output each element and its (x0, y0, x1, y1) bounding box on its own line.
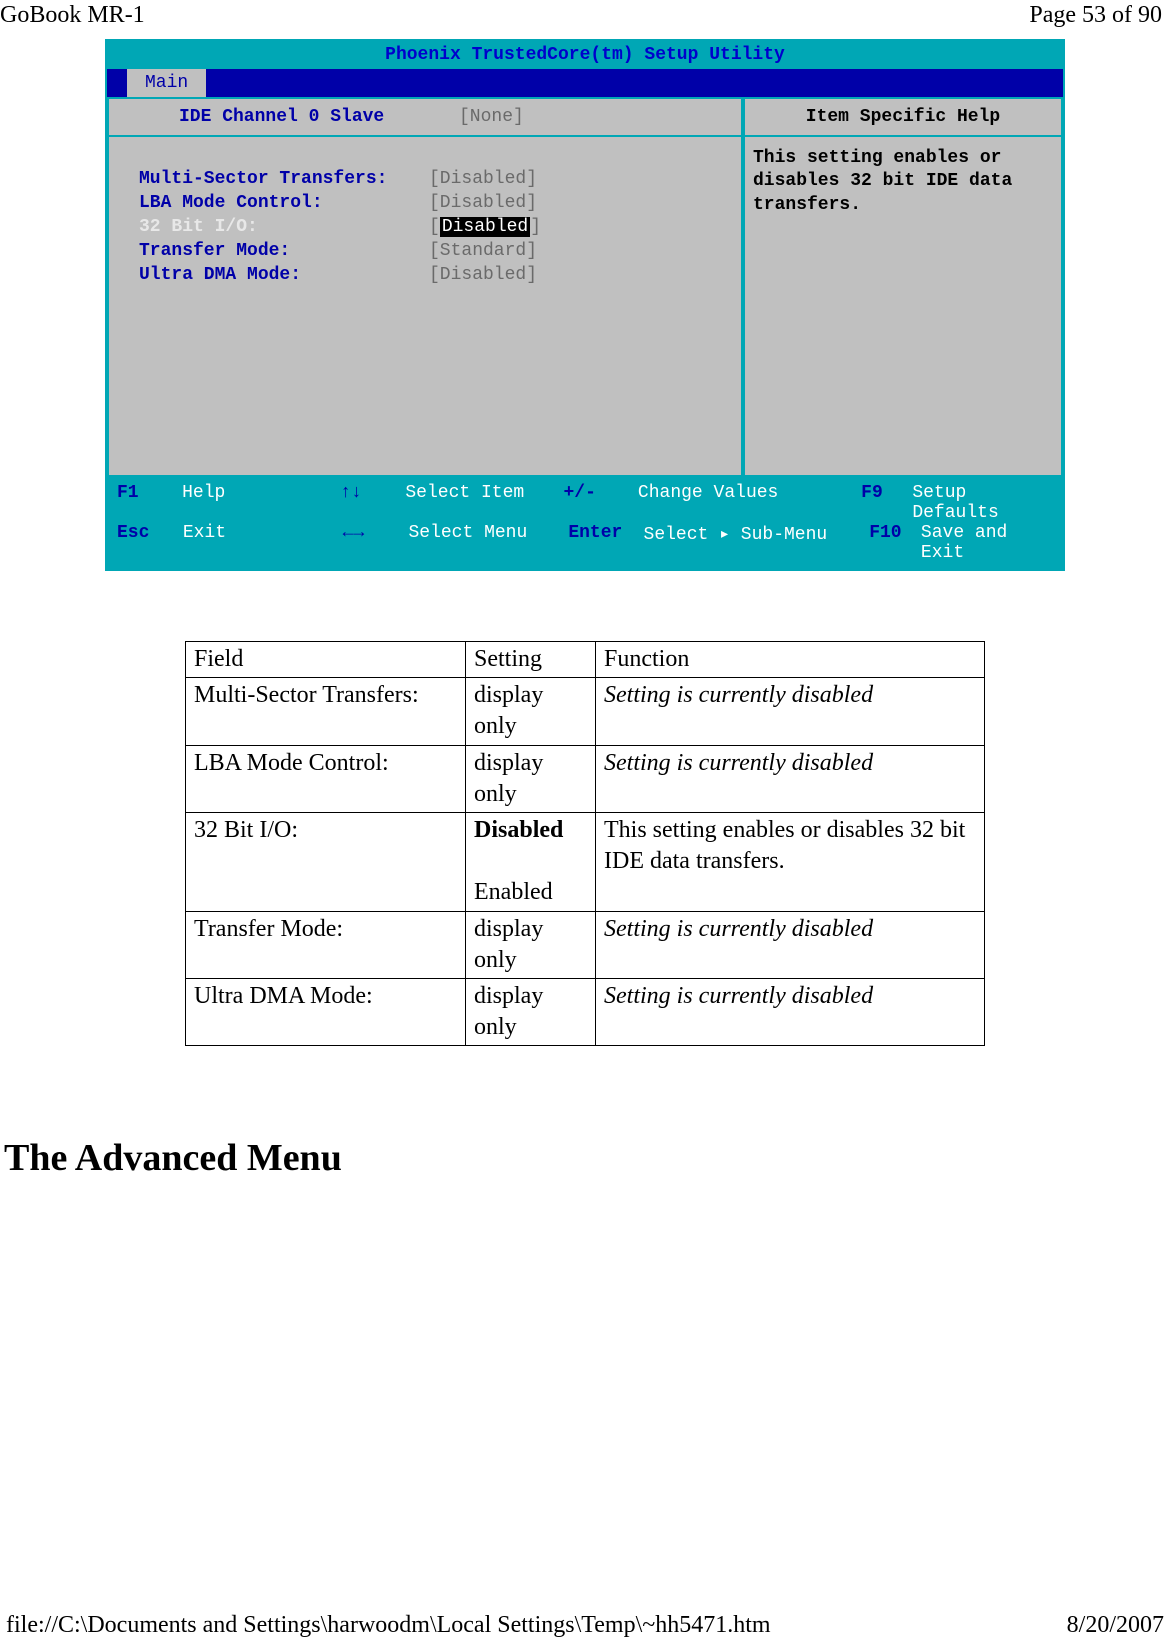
bios-footer-row: F1 Help ↑↓ Select Item +/- Change Values… (117, 483, 1053, 523)
bios-subhead-value: [None] (459, 107, 524, 127)
arrows-leftright-icon: ←→ (343, 523, 409, 563)
lbl-setup-defaults: Setup Defaults (912, 483, 1053, 523)
page-footer: file://C:\Documents and Settings\harwood… (0, 1612, 1170, 1639)
key-esc: Esc (117, 523, 183, 563)
bios-row[interactable]: LBA Mode Control: [Disabled] (139, 191, 741, 215)
th-setting: Setting (466, 642, 596, 678)
lbl-change-values: Change Values (638, 483, 861, 523)
bios-row-label: Multi-Sector Transfers: (139, 169, 429, 189)
bios-footer-row: Esc Exit ←→ Select Menu Enter Select ▸ S… (117, 523, 1053, 563)
bios-row-value: [Disabled] (429, 193, 537, 213)
bios-row-label: Ultra DMA Mode: (139, 265, 429, 285)
th-field: Field (186, 642, 466, 678)
bios-subheader: IDE Channel 0 Slave [None] (109, 99, 741, 137)
footer-path: file://C:\Documents and Settings\harwood… (6, 1612, 771, 1639)
bios-row-label: Transfer Mode: (139, 241, 429, 261)
key-enter: Enter (568, 523, 643, 563)
td-setting: display only (466, 678, 596, 745)
bios-row[interactable]: Multi-Sector Transfers: [Disabled] (139, 167, 741, 191)
key-f10: F10 (869, 523, 921, 563)
bios-selected-value: Disabled (440, 217, 530, 237)
key-f9: F9 (861, 483, 912, 523)
bracket-open: [ (429, 217, 440, 237)
td-function: This setting enables or disables 32 bit … (596, 812, 985, 911)
td-function: Setting is currently disabled (596, 678, 985, 745)
th-function: Function (596, 642, 985, 678)
td-field: Transfer Mode: (186, 911, 466, 978)
bios-row[interactable]: Transfer Mode: [Standard] (139, 239, 741, 263)
bios-row[interactable]: Ultra DMA Mode: [Disabled] (139, 263, 741, 287)
bios-left-pane: IDE Channel 0 Slave [None] Multi-Sector … (107, 97, 743, 477)
bios-row-selected[interactable]: 32 Bit I/O: [Disabled] (139, 215, 741, 239)
bios-help-header: Item Specific Help (745, 99, 1061, 137)
bios-row-label: 32 Bit I/O: (139, 217, 429, 237)
page-header: GoBook MR-1 Page 53 of 90 (0, 0, 1170, 39)
lbl-select-menu: Select Menu (408, 523, 568, 563)
bracket-close: ] (530, 217, 541, 237)
td-function: Setting is currently disabled (596, 911, 985, 978)
bios-row-label: LBA Mode Control: (139, 193, 429, 213)
bios-row-value: [Disabled] (429, 217, 541, 237)
table-row: Multi-Sector Transfers: display only Set… (186, 678, 985, 745)
bios-tab-main[interactable]: Main (127, 69, 206, 97)
table-row: Ultra DMA Mode: display only Setting is … (186, 978, 985, 1045)
td-field: Ultra DMA Mode: (186, 978, 466, 1045)
bios-row-value: [Disabled] (429, 265, 537, 285)
bios-subhead-label: IDE Channel 0 Slave (179, 107, 459, 127)
bios-footer: F1 Help ↑↓ Select Item +/- Change Values… (107, 477, 1063, 569)
lbl-save-exit: Save and Exit (921, 523, 1053, 563)
td-setting: display only (466, 978, 596, 1045)
td-field: LBA Mode Control: (186, 745, 466, 812)
setting-plain: Enabled (474, 879, 553, 905)
doc-title: GoBook MR-1 (0, 2, 145, 29)
page-number: Page 53 of 90 (1029, 2, 1162, 29)
table-header-row: Field Setting Function (186, 642, 985, 678)
td-function: Setting is currently disabled (596, 745, 985, 812)
bios-help-pane: Item Specific Help This setting enables … (743, 97, 1063, 477)
lbl-help: Help (182, 483, 340, 523)
key-f1: F1 (117, 483, 182, 523)
td-setting: display only (466, 911, 596, 978)
lbl-exit: Exit (183, 523, 343, 563)
table-row: LBA Mode Control: display only Setting i… (186, 745, 985, 812)
settings-table: Field Setting Function Multi-Sector Tran… (185, 641, 985, 1046)
table-row: 32 Bit I/O: Disabled Enabled This settin… (186, 812, 985, 911)
bios-row-value: [Standard] (429, 241, 537, 261)
bios-screenshot: Phoenix TrustedCore(tm) Setup Utility Ma… (105, 39, 1065, 571)
td-field: 32 Bit I/O: (186, 812, 466, 911)
td-setting: Disabled Enabled (466, 812, 596, 911)
bios-row-value: [Disabled] (429, 169, 537, 189)
section-heading: The Advanced Menu (4, 1136, 1170, 1180)
bios-help-text: This setting enables or disables 32 bit … (745, 137, 1061, 227)
bios-title: Phoenix TrustedCore(tm) Setup Utility (107, 41, 1063, 69)
setting-bold: Disabled (474, 817, 563, 843)
td-function: Setting is currently disabled (596, 978, 985, 1045)
bios-settings-list: Multi-Sector Transfers: [Disabled] LBA M… (109, 137, 741, 407)
lbl-select-submenu: Select ▸ Sub-Menu (644, 523, 870, 563)
key-plusminus: +/- (564, 483, 638, 523)
td-field: Multi-Sector Transfers: (186, 678, 466, 745)
arrows-updown-icon: ↑↓ (340, 483, 405, 523)
footer-date: 8/20/2007 (1067, 1612, 1164, 1639)
bios-tab-bar: Main (107, 69, 1063, 97)
td-setting: display only (466, 745, 596, 812)
lbl-select-item: Select Item (405, 483, 563, 523)
table-row: Transfer Mode: display only Setting is c… (186, 911, 985, 978)
